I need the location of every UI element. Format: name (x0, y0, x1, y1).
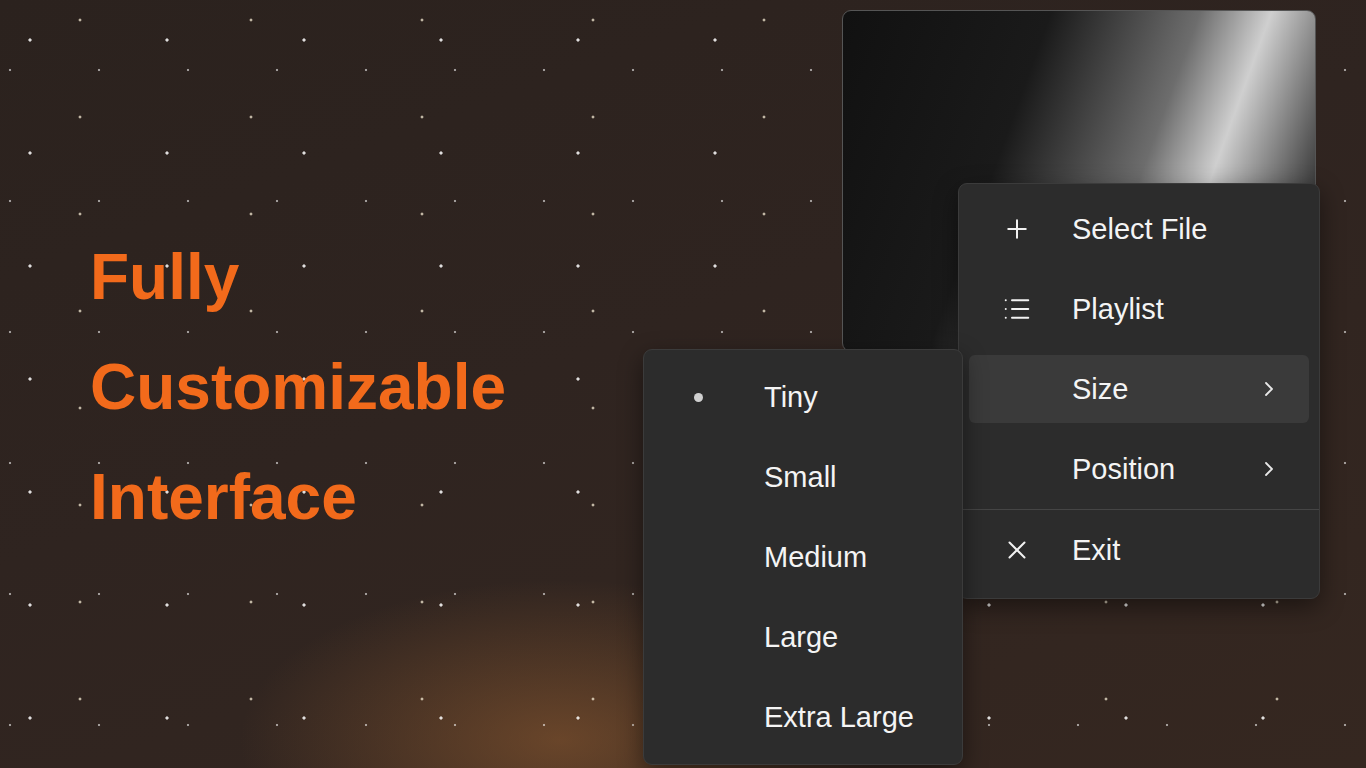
selected-dot (694, 393, 703, 402)
selected-dot (694, 473, 703, 482)
menu-separator (959, 509, 1319, 510)
close-icon (1002, 535, 1032, 565)
menu-item[interactable]: Exit (969, 516, 1309, 584)
chevron-right-icon (1257, 377, 1281, 401)
menu-item[interactable]: Playlist (969, 275, 1309, 343)
context-menu: Select File Playlist Size Position Exit (958, 183, 1320, 599)
list-icon (1002, 294, 1032, 324)
submenu-item[interactable]: Small (654, 443, 952, 511)
menu-item[interactable]: Position (969, 435, 1309, 503)
menu-item[interactable]: Select File (969, 195, 1309, 263)
submenu-item[interactable]: Large (654, 603, 952, 671)
submenu-item[interactable]: Tiny (654, 363, 952, 431)
plus-icon (1002, 214, 1032, 244)
chevron-right-icon (1257, 457, 1281, 481)
desktop: FullyCustomizableInterfaceSelect FilePla… (0, 0, 1366, 768)
selected-dot (694, 633, 703, 642)
menu-item[interactable]: Size (969, 355, 1309, 423)
selected-dot (694, 553, 703, 562)
submenu-item[interactable]: Extra Large (654, 683, 952, 751)
submenu-item[interactable]: Medium (654, 523, 952, 591)
selected-dot (694, 713, 703, 722)
size-submenu: Tiny Small Medium Large Extra Large (643, 349, 963, 765)
